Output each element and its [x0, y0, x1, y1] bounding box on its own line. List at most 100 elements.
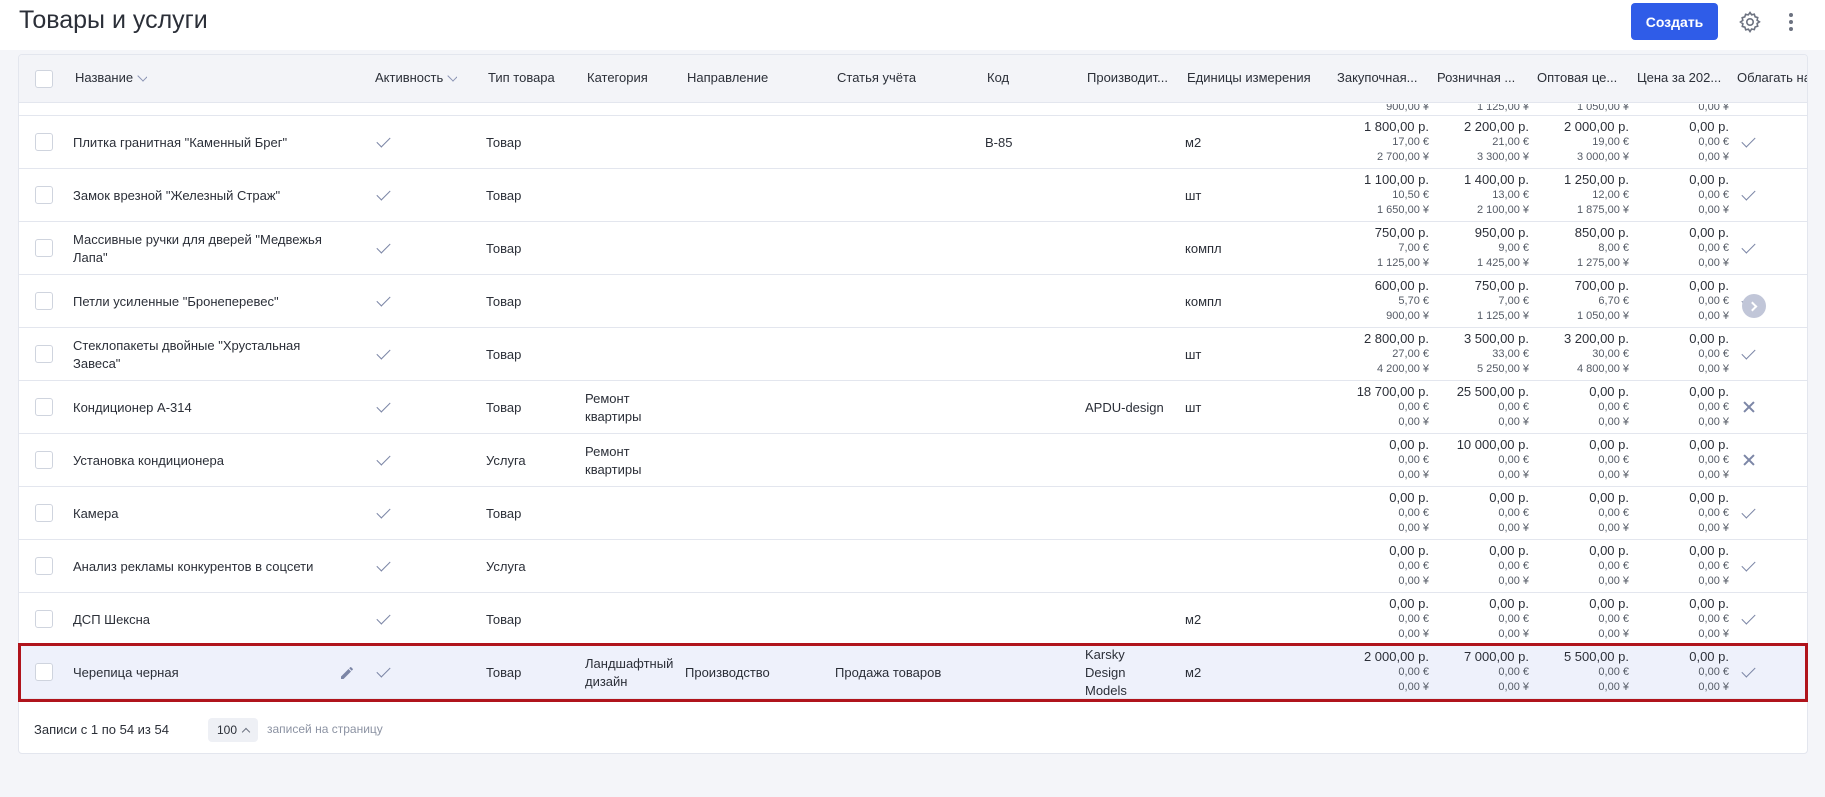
price-cny: 4 200,00 ¥	[1377, 363, 1429, 375]
column-header[interactable]: Единицы измерения	[1187, 70, 1311, 85]
category-line: квартиры	[585, 408, 642, 424]
price-eur: 0,00 €	[1698, 507, 1729, 519]
category-line: дизайн	[585, 673, 628, 689]
price-rub: 0,00 р.	[1489, 490, 1529, 505]
column-header-label: Активность	[375, 70, 444, 85]
table-row[interactable]: ДСП Шексна Товар м2 0,00 р. 0,00 €0,00 ¥0,00…	[19, 593, 1807, 646]
column-header[interactable]: Активность	[375, 70, 458, 85]
row-checkbox[interactable]	[35, 292, 53, 310]
page-size-value: 100	[216, 723, 238, 737]
price-cell: 7 000,00 р. 0,00 € 0,00 ¥	[1429, 649, 1529, 695]
product-type: Товар	[486, 346, 522, 362]
select-all-checkbox[interactable]	[35, 70, 53, 88]
scroll-right-button[interactable]	[1742, 294, 1766, 318]
row-checkbox[interactable]	[35, 345, 53, 363]
price-cell: 3 200,00 р. 30,00 € 4 800,00 ¥	[1529, 331, 1629, 377]
table-row[interactable]: Установка кондиционера Услуга Ремонт кварти…	[19, 434, 1807, 487]
row-checkbox[interactable]	[35, 398, 53, 416]
table-row[interactable]: Массивные ручки для дверей "Медвежья Лапа…	[19, 222, 1807, 275]
product-name-line: Стеклопакеты двойные "Хрустальная	[73, 337, 301, 353]
table-row[interactable]: Замок врезной "Железный Страж" Товар шт 1 1…	[19, 169, 1807, 222]
price-cny: 1 275,00 ¥	[1577, 257, 1629, 269]
price-cell: 1 800,00 р. 17,00 € 2 700,00 ¥	[1329, 119, 1429, 165]
table-row[interactable]: Черепица черная Товар Ландшафтный дизайн Про…	[19, 646, 1807, 699]
product-type: Товар	[486, 399, 522, 415]
column-header[interactable]: Категория	[587, 70, 648, 85]
row-checkbox[interactable]	[35, 186, 53, 204]
chevron-down-icon[interactable]	[137, 70, 148, 82]
column-header[interactable]: Цена за 202...	[1637, 70, 1721, 85]
price-eur: 0,00 €	[1498, 401, 1529, 413]
column-header[interactable]: Тип товара	[488, 70, 555, 85]
row-checkbox[interactable]	[35, 557, 53, 575]
page-size-select[interactable]: 100	[208, 718, 258, 742]
row-checkbox[interactable]	[35, 239, 53, 257]
price-eur: 0,00 €	[1398, 454, 1429, 466]
price-eur: 9,00 €	[1498, 242, 1529, 254]
price-eur: 0,00 €	[1498, 666, 1529, 678]
price-cny: 0,00 ¥	[1498, 628, 1529, 640]
price-rub: 950,00 р.	[1474, 225, 1529, 240]
category-line: квартиры	[585, 461, 642, 477]
price-rub: 1 800,00 р.	[1363, 119, 1429, 134]
more-menu-icon[interactable]	[1786, 10, 1796, 34]
pencil-icon[interactable]	[339, 665, 355, 681]
category: Ландшафтный дизайн	[585, 655, 681, 691]
price-eur: 0,00 €	[1698, 613, 1729, 625]
column-header[interactable]: Название	[75, 70, 148, 85]
row-checkbox[interactable]	[35, 504, 53, 522]
per-page-label: записей на страницу	[267, 722, 383, 736]
product-type: Услуга	[486, 558, 526, 574]
create-button[interactable]: Создать	[1631, 3, 1718, 40]
products-table: Название Активность Тип товара Категория Нап…	[18, 54, 1808, 754]
column-header-label: Направление	[687, 70, 769, 85]
chevron-down-icon[interactable]	[447, 70, 458, 82]
row-checkbox[interactable]	[35, 663, 53, 681]
column-header[interactable]: Производит...	[1087, 70, 1168, 85]
tax-cross-icon	[1742, 400, 1756, 414]
price-eur: 0,00 €	[1698, 348, 1729, 360]
product-name-line: Лапа"	[73, 249, 108, 265]
row-checkbox[interactable]	[35, 133, 53, 151]
column-header[interactable]: Оптовая це...	[1537, 70, 1617, 85]
column-header[interactable]: Статья учёта	[837, 70, 916, 85]
table-row[interactable]: Стеклопакеты двойные "Хрустальная Завеса"…	[19, 328, 1807, 381]
price-cell: 600,00 р. 5,70 € 900,00 ¥	[1329, 278, 1429, 324]
price-eur: 0,00 €	[1698, 454, 1729, 466]
column-header[interactable]: Розничная ...	[1437, 70, 1515, 85]
column-header[interactable]: Закупочная...	[1337, 70, 1417, 85]
column-header[interactable]: Направление	[687, 70, 768, 85]
tax-check-icon	[1741, 557, 1756, 572]
price-cell: 2 800,00 р. 27,00 € 4 200,00 ¥	[1329, 331, 1429, 377]
table-row[interactable]: Камера Товар 0,00 р. 0,00 €0,00 ¥0,00 р. 0,0…	[19, 487, 1807, 540]
price-eur: 0,00 €	[1698, 666, 1729, 678]
manufacturer: APDU-design	[1085, 399, 1180, 417]
price-eur: 8,00 €	[1598, 242, 1629, 254]
column-header[interactable]: Облагать на	[1737, 70, 1807, 85]
price-cny: 5 250,00 ¥	[1477, 363, 1529, 375]
price-eur: 0,00 €	[1598, 454, 1629, 466]
table-row[interactable]: Анализ рекламы конкурентов в соцсети Услу…	[19, 540, 1807, 593]
chevron-up-icon	[241, 727, 251, 736]
price-cell: 1 100,00 р. 10,50 € 1 650,00 ¥	[1329, 172, 1429, 218]
price-eur: 17,00 €	[1392, 136, 1429, 148]
price-cell: 3 500,00 р. 33,00 € 5 250,00 ¥	[1429, 331, 1529, 377]
table-row[interactable]: Петли усиленные "Бронеперевес" Товар компл…	[19, 275, 1807, 328]
product-name-line: Плитка гранитная "Каменный Брег"	[73, 134, 288, 150]
price-rub: 18 700,00 р.	[1356, 384, 1429, 399]
row-checkbox[interactable]	[35, 451, 53, 469]
table-header: Название Активность Тип товара Категория Нап…	[19, 55, 1807, 103]
column-header[interactable]: Код	[987, 70, 1009, 85]
active-check-icon	[376, 557, 391, 572]
table-row[interactable]: Плитка гранитная "Каменный Брег" Товар B-8…	[19, 116, 1807, 169]
price-cny: 0,00 ¥	[1598, 681, 1629, 693]
price-rub: 0,00 р.	[1689, 596, 1729, 611]
gear-icon[interactable]	[1738, 10, 1762, 34]
row-checkbox[interactable]	[35, 610, 53, 628]
active-check-icon	[376, 186, 391, 201]
category: Ремонт квартиры	[585, 390, 681, 426]
price-cny: 0,00 ¥	[1698, 681, 1729, 693]
price-rub: 7 000,00 р.	[1463, 649, 1529, 664]
price-cell: 1 250,00 р. 12,00 € 1 875,00 ¥	[1529, 172, 1629, 218]
table-row[interactable]: Кондиционер А-314 Товар Ремонт квартиры APDU…	[19, 381, 1807, 434]
